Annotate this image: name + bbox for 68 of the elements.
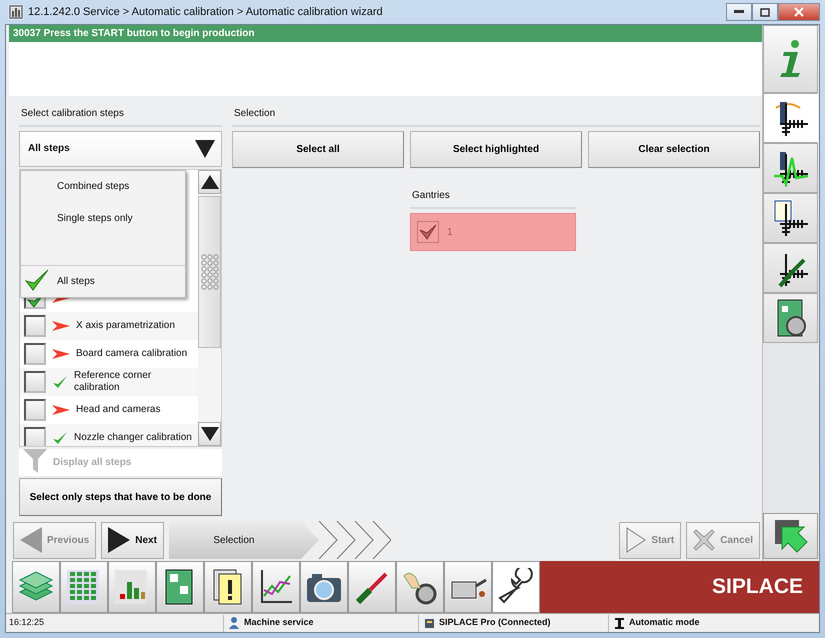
close-button[interactable]: [778, 3, 820, 21]
step-label: Head and cameras: [76, 404, 160, 416]
close-icon: [794, 7, 804, 17]
toolbar-button[interactable]: [300, 561, 348, 614]
filter-icon: [23, 449, 49, 476]
next-arrow-icon: [108, 527, 130, 553]
step-label: Reference corner calibration: [74, 370, 152, 394]
clock-time: 16:12:25: [8, 616, 46, 630]
arrow-icon: [774, 519, 808, 554]
document-ruler-icon: [772, 198, 810, 238]
checkbox[interactable]: [24, 342, 46, 365]
checkbox[interactable]: [417, 221, 439, 243]
menu-item[interactable]: Single steps only: [21, 202, 185, 235]
window-title: 12.1.242.0 Service > Automatic calibration > Automatic calibration wizard: [28, 4, 383, 20]
side-tab[interactable]: [763, 193, 818, 243]
panel-heading: Select calibration steps: [21, 108, 124, 119]
side-tab[interactable]: [763, 293, 818, 343]
info-button[interactable]: [763, 25, 818, 93]
dropdown-arrow-icon: [195, 140, 215, 158]
step-label: Nozzle changer calibration: [74, 432, 192, 444]
maximize-icon: [760, 8, 770, 16]
minimize-button[interactable]: [726, 3, 752, 21]
next-button[interactable]: Next: [101, 522, 164, 558]
scroll-down-button[interactable]: [198, 422, 221, 446]
minimize-icon: [734, 10, 744, 14]
mode-icon: [613, 616, 626, 630]
status-text: Automatic mode: [629, 616, 700, 630]
maximize-button[interactable]: [752, 3, 778, 21]
cancel-icon: [693, 529, 716, 551]
select-todo-button[interactable]: Select only steps that have to be done: [19, 478, 222, 516]
gantries-heading: Gantries: [412, 190, 450, 201]
toolbar-button[interactable]: [444, 561, 492, 614]
toolbar-button[interactable]: [156, 561, 204, 614]
status-text: Machine service: [244, 616, 314, 630]
scroll-up-button[interactable]: [198, 170, 221, 194]
previous-arrow-icon: [20, 527, 42, 553]
menu-item[interactable]: All steps: [21, 264, 185, 297]
wizard-step[interactable]: Selection: [168, 521, 319, 559]
toolbar-button[interactable]: [492, 561, 540, 614]
status-text: SIPLACE Pro (Connected): [439, 616, 551, 630]
selection-button[interactable]: Clear selection: [588, 131, 760, 168]
checkbox[interactable]: [24, 314, 46, 337]
toolbar-button[interactable]: [396, 561, 444, 614]
toolbar-button[interactable]: [348, 561, 396, 614]
panel-heading: Selection: [234, 108, 276, 119]
filter-dropdown[interactable]: All steps: [19, 131, 222, 167]
toolbar-button[interactable]: [204, 561, 252, 614]
app-icon: [9, 4, 23, 20]
step-label: X axis parametrization: [76, 320, 175, 332]
checkbox[interactable]: [24, 426, 46, 446]
side-tab[interactable]: [763, 93, 818, 143]
side-tab[interactable]: [763, 243, 818, 293]
server-icon: [423, 616, 436, 630]
check-icon: [25, 268, 49, 292]
user-icon: [228, 616, 241, 630]
checkbox[interactable]: [24, 398, 46, 421]
status-message: 30037 Press the START button to begin production: [9, 25, 762, 42]
menu-item[interactable]: Combined steps: [21, 170, 185, 203]
step-label: Board camera calibration: [76, 348, 188, 360]
toolbar-button[interactable]: [252, 561, 300, 614]
scrollbar-thumb[interactable]: [198, 196, 221, 348]
selection-button[interactable]: Select all: [232, 131, 404, 168]
selection-button[interactable]: Select highlighted: [410, 131, 582, 168]
play-icon: [626, 527, 646, 553]
exit-button[interactable]: [763, 513, 818, 560]
checkbox[interactable]: [24, 370, 46, 393]
brand-logo: SIPLACE: [540, 561, 819, 614]
side-tab[interactable]: [763, 143, 818, 193]
